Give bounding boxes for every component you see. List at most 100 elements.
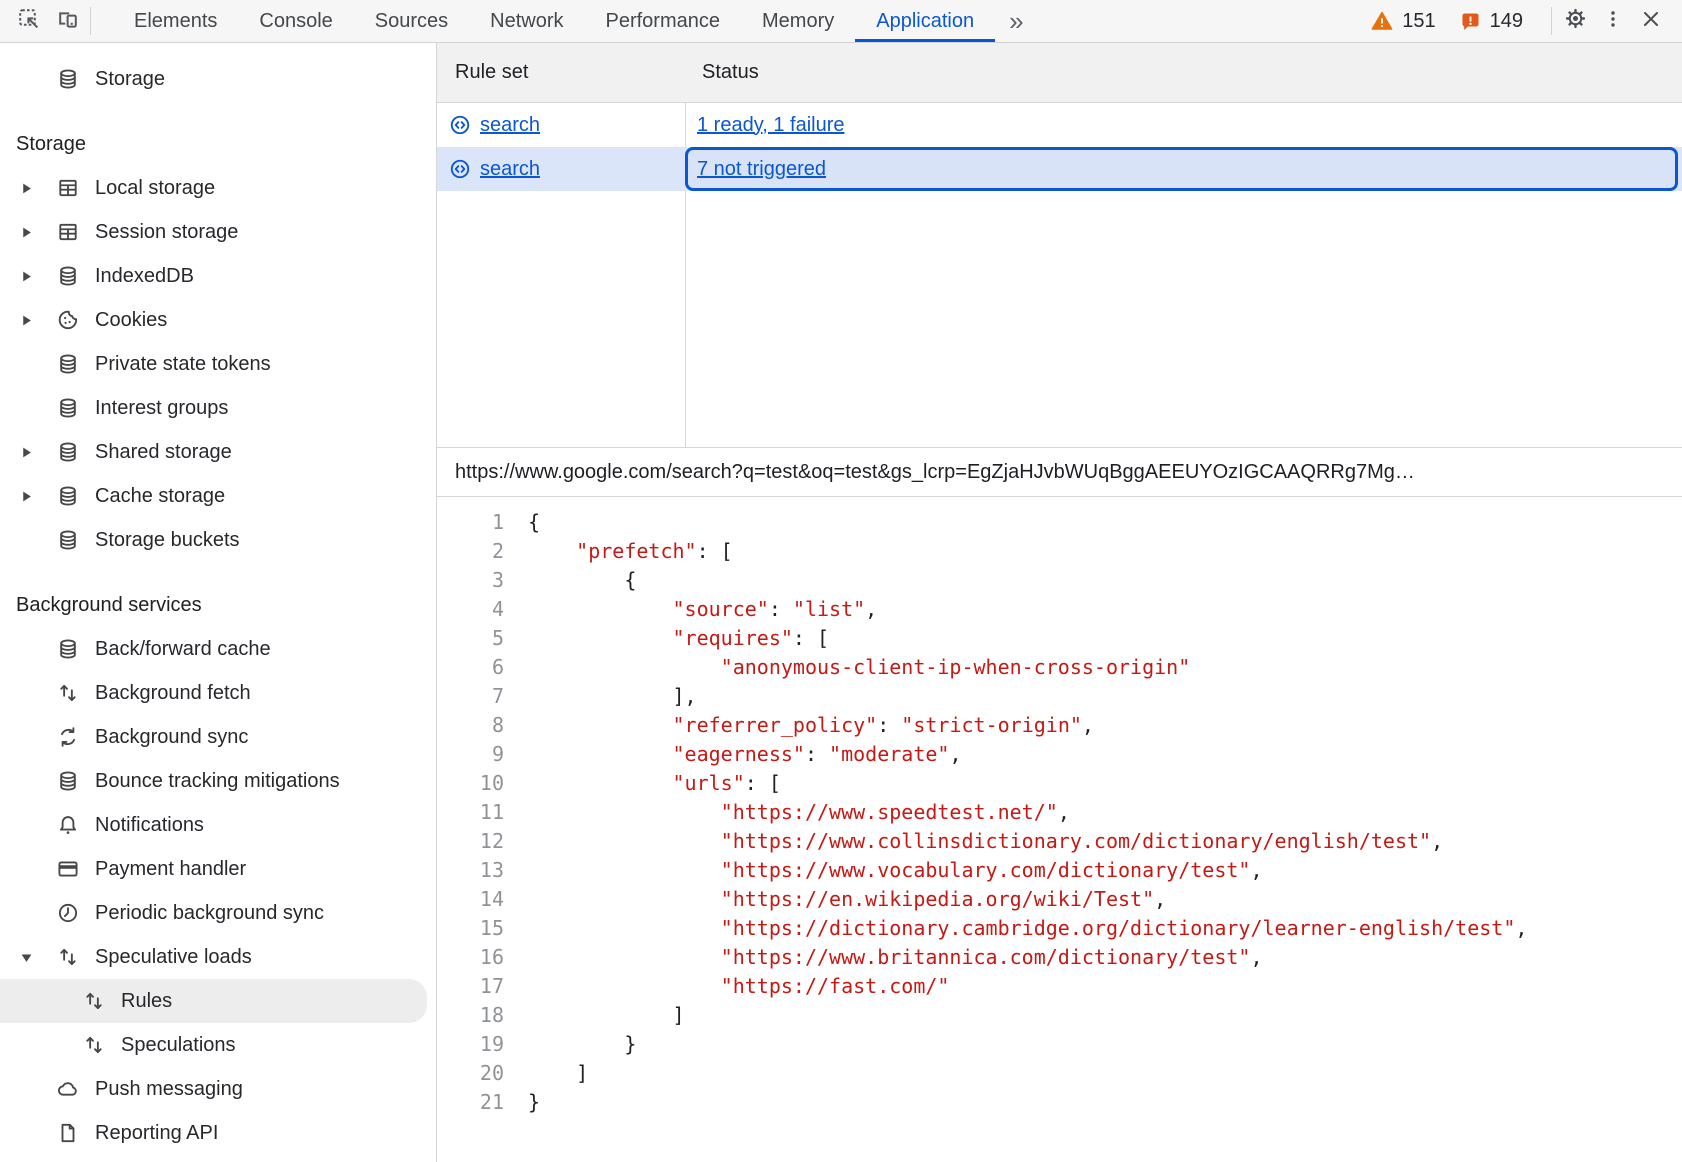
rule-set-cell: search xyxy=(437,147,685,191)
code-text: } xyxy=(528,1030,636,1059)
code-text: "source": "list", xyxy=(528,595,877,624)
rule-set-json-viewer: 1{2 "prefetch": [3 {4 "source": "list",5… xyxy=(437,497,1682,1162)
code-line: 17 "https://fast.com/" xyxy=(437,972,1682,1001)
sidebar-item-speculations[interactable]: Speculations xyxy=(0,1023,436,1067)
sidebar-item-notifications[interactable]: Notifications xyxy=(0,803,436,847)
settings-button[interactable] xyxy=(1556,2,1594,40)
sidebar-item-storage[interactable]: Storage xyxy=(0,57,436,101)
table-row: search 1 ready, 1 failure xyxy=(437,103,1682,147)
sidebar-item-label: Background fetch xyxy=(95,682,251,705)
database-icon xyxy=(57,353,79,375)
code-line: 2 "prefetch": [ xyxy=(437,537,1682,566)
status-cell[interactable]: 7 not triggered xyxy=(685,147,1678,191)
sidebar-item-label: Speculative loads xyxy=(95,946,252,969)
database-icon xyxy=(57,68,79,90)
warnings-count: 151 xyxy=(1402,10,1435,33)
rule-set-link[interactable]: search xyxy=(480,114,540,137)
code-text: "https://dictionary.cambridge.org/dictio… xyxy=(528,914,1527,943)
rule-set-source-url: https://www.google.com/search?q=test&oq=… xyxy=(437,448,1682,497)
database-icon xyxy=(57,265,79,287)
sidebar-item-storage-buckets[interactable]: Storage buckets xyxy=(0,518,436,562)
code-line: 15 "https://dictionary.cambridge.org/dic… xyxy=(437,914,1682,943)
status-cell[interactable]: 1 ready, 1 failure xyxy=(685,103,1682,147)
sidebar-item-rules[interactable]: Rules xyxy=(0,979,427,1023)
sidebar-item-label: Speculations xyxy=(121,1034,236,1057)
sidebar-item-back-forward-cache[interactable]: Back/forward cache xyxy=(0,627,436,671)
code-text: } xyxy=(528,1088,540,1117)
code-line: 1{ xyxy=(437,508,1682,537)
sidebar-item-bounce-tracking-mitigations[interactable]: Bounce tracking mitigations xyxy=(0,759,436,803)
sidebar-item-label: Bounce tracking mitigations xyxy=(95,770,340,793)
sidebar-item-interest-groups[interactable]: Interest groups xyxy=(0,386,436,430)
tab-elements[interactable]: Elements xyxy=(113,0,238,42)
expand-arrow-icon xyxy=(20,182,57,195)
sidebar-item-push-messaging[interactable]: Push messaging xyxy=(0,1067,436,1111)
code-text: { xyxy=(528,566,636,595)
tab-memory[interactable]: Memory xyxy=(741,0,855,42)
sidebar-item-background-fetch[interactable]: Background fetch xyxy=(0,671,436,715)
warnings-counter[interactable]: 151 xyxy=(1371,10,1435,33)
sidebar-item-speculative-loads[interactable]: Speculative loads xyxy=(0,935,436,979)
line-number: 18 xyxy=(437,1001,504,1030)
line-number: 5 xyxy=(437,624,504,653)
line-number: 4 xyxy=(437,595,504,624)
line-number: 12 xyxy=(437,827,504,856)
sidebar-item-local-storage[interactable]: Local storage xyxy=(0,166,436,210)
code-line: 10 "urls": [ xyxy=(437,769,1682,798)
sidebar-item-label: Background sync xyxy=(95,726,248,749)
tab-console[interactable]: Console xyxy=(238,0,353,42)
more-tabs-icon[interactable]: » xyxy=(995,0,1037,42)
line-number: 10 xyxy=(437,769,504,798)
code-text: { xyxy=(528,508,540,537)
sidebar-item-shared-storage[interactable]: Shared storage xyxy=(0,430,436,474)
sidebar-item-cache-storage[interactable]: Cache storage xyxy=(0,474,436,518)
sidebar-item-label: Private state tokens xyxy=(95,353,271,376)
tab-sources[interactable]: Sources xyxy=(354,0,469,42)
sidebar-item-indexeddb[interactable]: IndexedDB xyxy=(0,254,436,298)
status-link[interactable]: 1 ready, 1 failure xyxy=(697,114,845,137)
sidebar-item-label: Storage xyxy=(95,68,165,91)
sidebar-section-title-storage: Storage xyxy=(0,122,436,166)
collapse-arrow-icon xyxy=(20,951,57,964)
sidebar-item-cookies[interactable]: Cookies xyxy=(0,298,436,342)
line-number: 7 xyxy=(437,682,504,711)
code-line: 8 "referrer_policy": "strict-origin", xyxy=(437,711,1682,740)
sidebar-item-periodic-background-sync[interactable]: Periodic background sync xyxy=(0,891,436,935)
sidebar-item-label: Reporting API xyxy=(95,1122,218,1145)
issues-count: 149 xyxy=(1490,10,1523,33)
code-text: "eagerness": "moderate", xyxy=(528,740,962,769)
sidebar-item-private-state-tokens[interactable]: Private state tokens xyxy=(0,342,436,386)
code-circle-icon xyxy=(449,114,471,136)
tab-performance[interactable]: Performance xyxy=(585,0,742,42)
rule-set-link[interactable]: search xyxy=(480,158,540,181)
close-devtools-button[interactable] xyxy=(1632,2,1670,40)
code-text: ], xyxy=(528,682,697,711)
code-line: 5 "requires": [ xyxy=(437,624,1682,653)
tab-application[interactable]: Application xyxy=(855,0,995,42)
code-text: "requires": [ xyxy=(528,624,829,653)
sidebar-item-session-storage[interactable]: Session storage xyxy=(0,210,436,254)
sidebar-item-label: Local storage xyxy=(95,177,215,200)
rule-sets-table: Rule set Status search 1 ready, 1 failure… xyxy=(437,43,1682,448)
devtools-toolbar: ElementsConsoleSourcesNetworkPerformance… xyxy=(0,0,1682,43)
code-text: "prefetch": [ xyxy=(528,537,733,566)
code-text: "https://fast.com/" xyxy=(528,972,949,1001)
sidebar-item-reporting-api[interactable]: Reporting API xyxy=(0,1111,436,1155)
status-link[interactable]: 7 not triggered xyxy=(697,158,826,181)
table-header-row: Rule set Status xyxy=(437,43,1682,103)
sidebar-item-background-sync[interactable]: Background sync xyxy=(0,715,436,759)
sidebar-item-payment-handler[interactable]: Payment handler xyxy=(0,847,436,891)
tab-network[interactable]: Network xyxy=(469,0,584,42)
database-icon xyxy=(57,770,79,792)
line-number: 6 xyxy=(437,653,504,682)
table-rows: search 1 ready, 1 failure search 7 not trig… xyxy=(437,103,1682,191)
code-line: 13 "https://www.vocabulary.com/dictionar… xyxy=(437,856,1682,885)
credit-card-icon xyxy=(57,858,79,880)
issues-counter[interactable]: 149 xyxy=(1460,10,1523,33)
inspect-element-button[interactable] xyxy=(10,2,48,40)
code-text: ] xyxy=(528,1001,685,1030)
more-options-button[interactable] xyxy=(1594,2,1632,40)
close-icon xyxy=(1640,8,1662,35)
toolbar-divider xyxy=(1551,7,1552,35)
toggle-device-toolbar-button[interactable] xyxy=(48,2,86,40)
